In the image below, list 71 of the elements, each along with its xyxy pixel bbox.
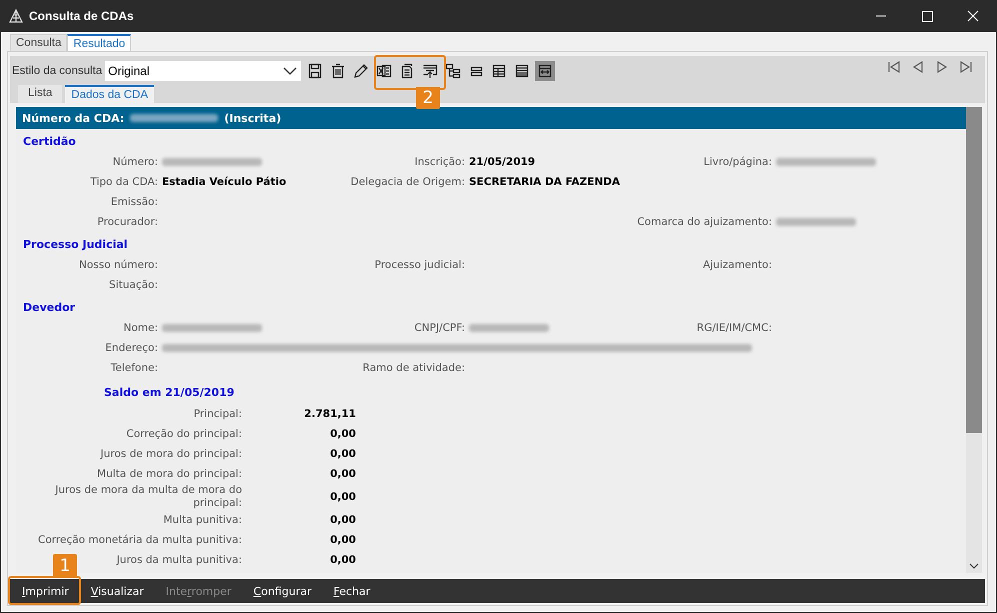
tab[interactable]: Lista [18,85,62,103]
callout-badge: 1 [53,554,77,578]
last-record-icon[interactable] [959,60,973,74]
field-label: Nosso número: [78,258,158,272]
field-label: Processo judicial: [374,258,465,272]
field-label: Situação: [108,278,158,292]
section-title: Devedor [22,300,76,316]
record-status: (Inscrita) [224,112,282,124]
record-number-label: Número da CDA: [22,112,124,124]
amount-label: Correção do principal: [126,428,242,440]
fit-toolbar-button[interactable] [535,61,556,81]
field-label: Endereço: [104,341,158,355]
amount-value: 2.781,11 [303,408,356,420]
tab[interactable]: Consulta [10,34,68,51]
chevron-down-icon[interactable] [969,563,979,569]
amount-value: 0,00 [329,428,356,440]
field-label: Ajuizamento: [702,258,772,272]
tab[interactable]: Dados da CDA [65,85,154,103]
field-label: Nome: [122,321,158,335]
amount-label: Correção monetária da multa punitiva: [38,534,242,546]
style-label: Estilo da consulta [12,65,102,77]
amount-label: Juros da multa punitiva: [116,554,242,566]
list-icon [514,63,530,79]
field-label: Tipo da CDA: [89,175,158,189]
section-title: Processo Judicial [22,237,129,253]
window-title: Consulta de CDAs [29,9,134,23]
amount-value: 0,00 [329,554,356,566]
field-label: Livro/página: [702,155,772,169]
amount-label: Principal: [194,408,242,420]
export-icon [422,63,438,79]
field-label: Emissão: [110,195,158,209]
field-label: Delegacia de Origem: [350,175,465,189]
amount-value: 0,00 [329,491,356,503]
callout-badge: 2 [416,87,440,109]
field-value: 21/05/2019 [469,156,536,168]
amount-value: 0,00 [329,448,356,460]
amount-value: 0,00 [329,468,356,480]
save-icon [307,63,324,79]
amount-label: Juros de mora do principal: [100,448,242,460]
section-title: Certidão [22,134,77,150]
fit-icon [537,63,554,79]
scrollbar-thumb[interactable] [966,107,982,433]
spreadsheet-icon [376,63,392,79]
field-label: Comarca do ajuizamento: [636,215,772,229]
style-dropdown[interactable]: Original [105,61,302,81]
field-label: Número: [112,155,158,169]
field-label: Telefone: [110,361,158,375]
chevron-down-icon[interactable] [283,67,298,75]
tab[interactable]: Resultado [67,34,132,51]
field-label: Ramo de atividade: [362,361,465,375]
delete-icon [330,63,346,79]
grid-icon [491,63,508,79]
pyramid-icon [9,9,23,23]
amount-value: 0,00 [329,514,356,526]
field-label: Procurador: [96,215,158,229]
amount-value: 0,00 [329,534,356,546]
tree-icon [445,63,462,79]
amount-label: Juros de mora da multa de mora do principal: [54,484,242,510]
field-value: Estadia Veículo Pátio [162,176,286,188]
edit-icon [353,63,370,79]
amount-label: Multa de mora do principal: [97,468,242,480]
amount-label: Multa punitiva: [163,514,242,526]
previous-record-icon[interactable] [911,60,925,74]
field-label: RG/IE/IM/CMC: [696,321,772,335]
field-value: SECRETARIA DA FAZENDA [469,176,620,188]
first-record-icon[interactable] [887,60,901,74]
next-record-icon[interactable] [935,60,949,74]
vertical-scrollbar[interactable] [966,107,982,573]
field-label: CNPJ/CPF: [413,321,465,335]
field-label: Inscrição: [414,155,465,169]
section-title: Saldo em 21/05/2019 [103,385,236,401]
